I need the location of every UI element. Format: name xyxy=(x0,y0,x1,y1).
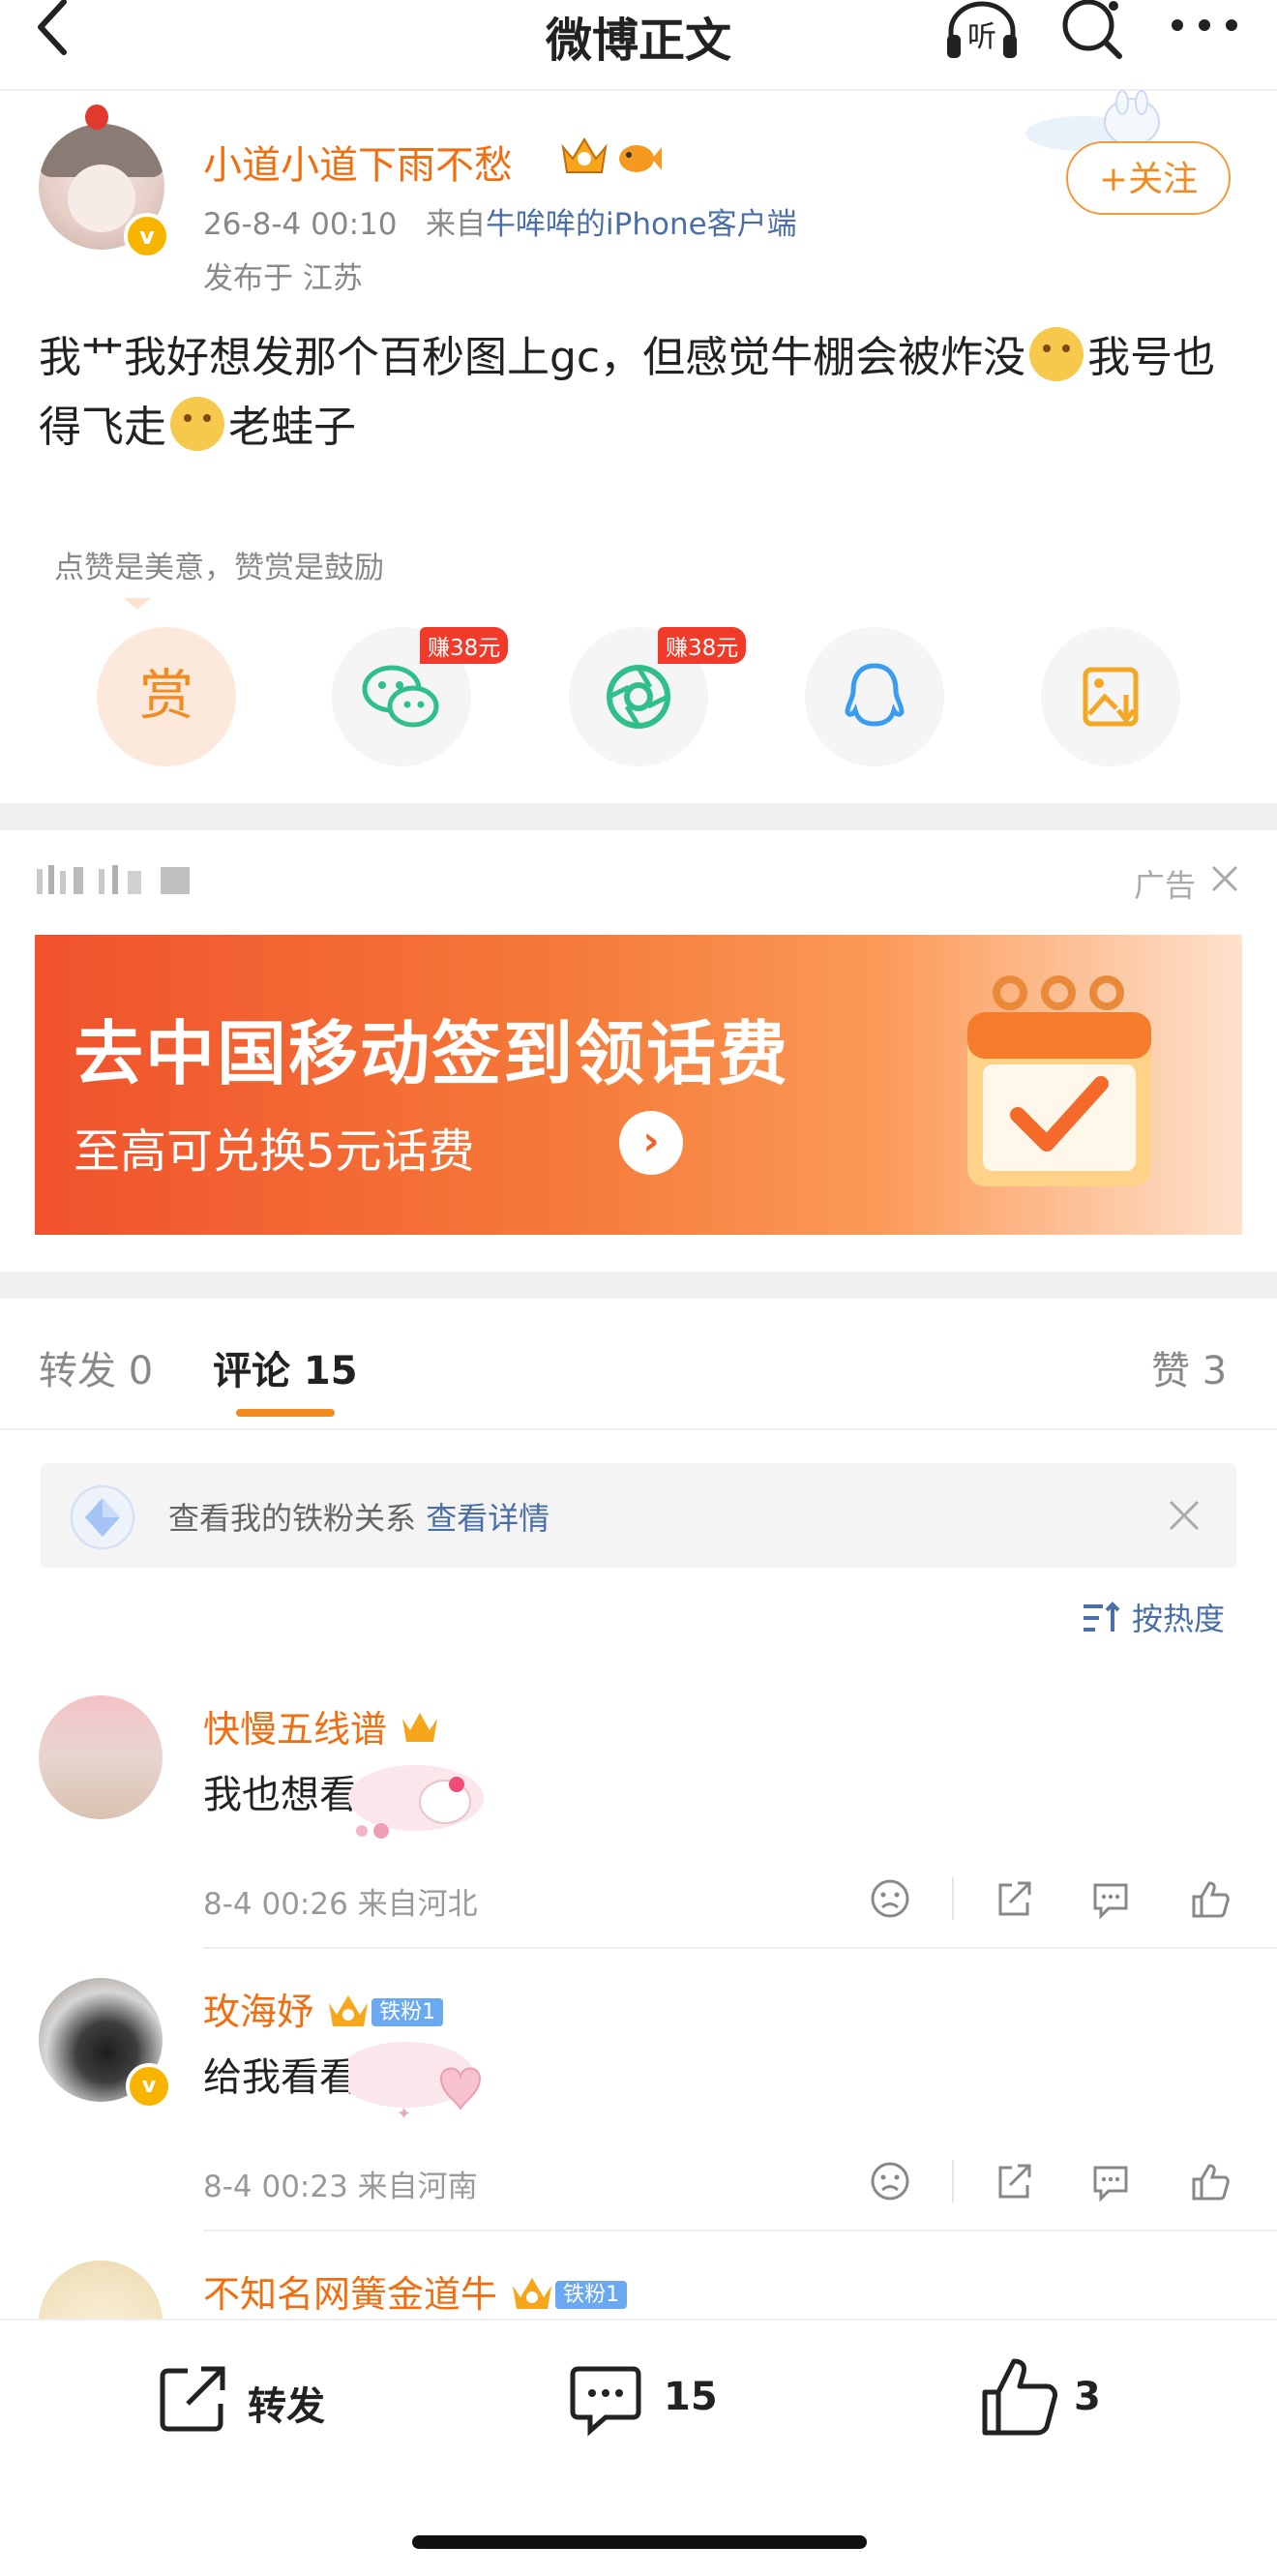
reward-hint-caret xyxy=(124,598,151,610)
comment-meta: 8-4 00:23 来自河南 xyxy=(203,2170,478,2204)
post-meta: 26-8-4 00:10 来自牛哞哞的iPhone客户端 xyxy=(203,199,797,243)
tab-comments[interactable]: 评论 15 xyxy=(213,1339,358,1395)
comment-separator xyxy=(203,1947,1277,1949)
close-icon[interactable] xyxy=(1167,1498,1202,1533)
post-text-part1: 我艹我好想发那个百秒图上gc，但感觉牛棚会被炸没 xyxy=(39,333,1026,382)
like-icon[interactable] xyxy=(1188,2160,1231,2202)
crown-badge-icon xyxy=(513,2278,552,2309)
sort-button[interactable]: 按热度 xyxy=(1132,1595,1225,1639)
section-divider xyxy=(0,1272,1277,1299)
source-prefix: 来自 xyxy=(426,207,487,242)
crown-badge-icon xyxy=(559,134,609,185)
like-button[interactable]: 3 xyxy=(977,2355,1151,2442)
search-icon[interactable] xyxy=(1059,0,1127,60)
tab-likes[interactable]: 赞 3 xyxy=(1151,1339,1227,1395)
fans-banner-text: 查看我的铁粉关系 查看详情 xyxy=(168,1494,549,1539)
comment-text: 给我看看 xyxy=(203,2055,358,2100)
fan-level-badge: 铁粉1 xyxy=(371,1998,444,2026)
icon-separator xyxy=(952,1877,954,1920)
post-text: 我艹我好想发那个百秒图上gc，但感觉牛棚会被炸没 我号也得飞走 老蛙子 xyxy=(39,323,1238,463)
comment-text: 我也想看 xyxy=(203,1773,358,1817)
comment-separator xyxy=(203,2230,1277,2232)
active-tab-indicator xyxy=(236,1409,335,1417)
home-indicator xyxy=(412,2535,867,2549)
reward-button[interactable]: 赏 xyxy=(97,627,236,766)
commenter-name-text: 不知名网簧金道牛 xyxy=(203,2273,498,2316)
verified-badge: v xyxy=(126,2063,172,2110)
crown-badge-icon xyxy=(329,1995,369,2026)
fan-level-badge: 铁粉1 xyxy=(555,2281,628,2309)
verified-badge: v xyxy=(124,213,170,259)
headphones-icon[interactable]: 听 xyxy=(943,0,1021,60)
ad-arrow-icon[interactable]: › xyxy=(619,1111,683,1175)
repost-button[interactable]: 转发 xyxy=(155,2359,368,2437)
tab-bar xyxy=(0,1303,1277,1430)
comment-icon xyxy=(570,2366,641,2437)
share-qq-button[interactable] xyxy=(805,627,944,766)
ad-headline: 去中国移动签到领话费 xyxy=(74,1013,790,1094)
icon-separator xyxy=(952,2160,954,2202)
avatar-decoration xyxy=(85,105,108,130)
source-link[interactable]: 牛哞哞的iPhone客户端 xyxy=(486,207,797,242)
earn-badge: 赚38元 xyxy=(420,627,509,664)
fish-badge-icon xyxy=(615,135,662,187)
repost-icon xyxy=(160,2366,225,2432)
commenter-name-text: 快慢五线谱 xyxy=(203,1708,388,1751)
dislike-icon[interactable] xyxy=(869,2160,911,2202)
commenter-name[interactable]: 玫海妤 铁粉1 xyxy=(203,1982,444,2035)
diamond-icon xyxy=(70,1484,135,1550)
author-name[interactable]: 小道小道下雨不愁 xyxy=(203,134,513,190)
like-count: 3 xyxy=(1074,2375,1101,2419)
emoji-icon xyxy=(170,397,224,451)
calendar-icon xyxy=(958,964,1161,1196)
reward-hint: 点赞是美意，赞赏是鼓励 xyxy=(39,540,464,596)
tab-repost[interactable]: 转发 0 xyxy=(39,1339,153,1395)
sticker-decoration xyxy=(348,1759,493,1852)
follow-button[interactable]: +关注 xyxy=(1066,141,1231,215)
fans-detail-link[interactable]: 查看详情 xyxy=(426,1500,549,1537)
comment-button[interactable]: 15 xyxy=(567,2359,760,2437)
commenter-avatar[interactable] xyxy=(39,1695,163,1819)
post-time: 26-8-4 00:10 xyxy=(203,207,398,242)
commenter-name[interactable]: 快慢五线谱 xyxy=(203,1699,441,1752)
comment-icon[interactable] xyxy=(1089,2160,1132,2202)
commenter-name[interactable]: 不知名网簧金道牛 铁粉1 xyxy=(203,2264,628,2318)
sticker-decoration: ✦ xyxy=(339,2036,484,2129)
svg-text:✦: ✦ xyxy=(397,2104,411,2124)
listen-label: 听 xyxy=(967,20,996,54)
dislike-icon[interactable] xyxy=(869,1877,911,1920)
post-location: 发布于 江苏 xyxy=(203,261,363,296)
like-icon[interactable] xyxy=(1188,1877,1231,1920)
close-icon[interactable] xyxy=(1207,861,1242,896)
sort-icon[interactable] xyxy=(1082,1601,1120,1635)
repost-label: 转发 xyxy=(248,2384,325,2429)
share-icon[interactable] xyxy=(993,1877,1035,1920)
earn-badge: 赚38元 xyxy=(658,627,747,664)
ad-label: 广告 xyxy=(1134,867,1197,904)
ad-sponsor-logo xyxy=(35,861,199,900)
fans-text: 查看我的铁粉关系 xyxy=(168,1500,417,1537)
emoji-icon xyxy=(1029,327,1084,381)
section-divider xyxy=(0,803,1277,830)
like-icon xyxy=(982,2358,1057,2436)
crown-badge-icon xyxy=(402,1713,438,1742)
more-icon[interactable] xyxy=(1166,0,1243,58)
qq-icon xyxy=(845,663,905,727)
top-nav: 微博正文 听 xyxy=(0,0,1277,91)
save-image-icon xyxy=(1083,667,1139,727)
share-icon[interactable] xyxy=(993,2160,1035,2202)
comment-icon[interactable] xyxy=(1089,1877,1132,1920)
comment-meta: 8-4 00:26 来自河北 xyxy=(203,1887,478,1922)
ad-subtitle: 至高可兑换5元话费 xyxy=(74,1124,475,1179)
comment-count: 15 xyxy=(664,2375,718,2419)
post-text-part3: 老蛙子 xyxy=(228,403,356,452)
commenter-name-text: 玫海妤 xyxy=(203,1991,314,2033)
save-image-button[interactable] xyxy=(1041,627,1180,766)
